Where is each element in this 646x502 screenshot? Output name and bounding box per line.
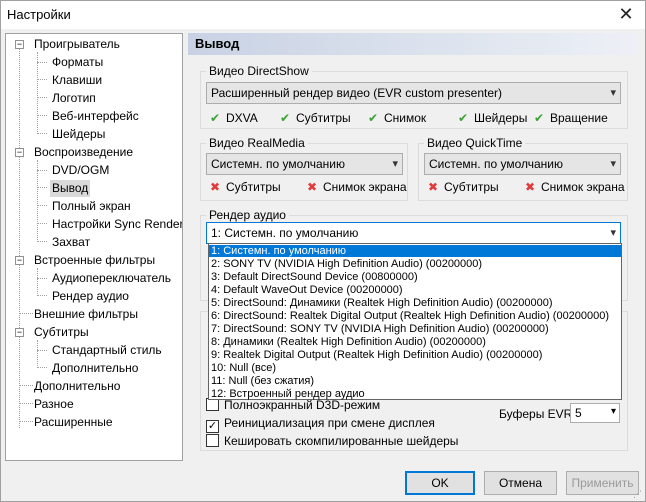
cross-icon: ✖ bbox=[306, 180, 318, 194]
cache-shaders-checkbox[interactable]: Кешировать скомпилированные шейдеры bbox=[206, 434, 458, 450]
cancel-button[interactable]: Отмена bbox=[484, 471, 557, 495]
title-bar: Настройки ✕ bbox=[1, 1, 645, 29]
tree-item-internal-filters[interactable]: Встроенные фильтры bbox=[32, 252, 157, 269]
tree-item-audio-switcher[interactable]: Аудиопереключатель bbox=[50, 270, 173, 287]
reinit-on-display-change-checkbox[interactable]: ✓ Реинициализация при смене дисплея bbox=[206, 416, 435, 433]
tree-item-player[interactable]: Проигрыватель bbox=[32, 36, 122, 53]
tree-item-misc[interactable]: Разное bbox=[32, 396, 76, 413]
tree-item-logo[interactable]: Логотип bbox=[50, 90, 98, 107]
quicktime-group-title: Видео QuickTime bbox=[424, 136, 526, 150]
collapse-icon[interactable]: − bbox=[15, 148, 24, 157]
tree-item-formats[interactable]: Форматы bbox=[50, 54, 105, 71]
dropdown-option[interactable]: 6: DirectSound: Realtek Digital Output (… bbox=[209, 310, 621, 322]
cross-icon: ✖ bbox=[427, 180, 439, 194]
checkmark-icon: ✔ bbox=[209, 111, 221, 125]
feature-rotation: ✔ Вращение bbox=[533, 111, 608, 125]
cross-icon: ✖ bbox=[209, 180, 221, 194]
checkmark-icon: ✔ bbox=[279, 111, 291, 125]
fullscreen-d3d-checkbox[interactable]: Полноэкранный D3D-режим bbox=[206, 398, 380, 414]
directshow-renderer-select[interactable]: Расширенный рендер видео (EVR custom pre… bbox=[206, 82, 621, 104]
directshow-group-title: Видео DirectShow bbox=[206, 64, 312, 78]
feature-subtitles: ✔ Субтитры bbox=[279, 111, 351, 125]
dropdown-option[interactable]: 1: Системн. по умолчанию bbox=[209, 245, 621, 257]
checkmark-icon: ✔ bbox=[457, 111, 469, 125]
chevron-down-icon: ▾ bbox=[610, 227, 616, 239]
checkbox-box bbox=[206, 434, 219, 447]
collapse-icon[interactable]: − bbox=[15, 256, 24, 265]
tree-item-advanced[interactable]: Дополнительно bbox=[32, 378, 122, 395]
dropdown-option[interactable]: 12: Встроенный рендер аудио bbox=[209, 388, 621, 400]
page-title: Вывод bbox=[188, 33, 638, 55]
tree-item-keys[interactable]: Клавиши bbox=[50, 72, 104, 89]
close-icon[interactable]: ✕ bbox=[611, 3, 641, 27]
cross-icon: ✖ bbox=[524, 180, 536, 194]
dropdown-option[interactable]: 8: Динамики (Realtek High Definition Aud… bbox=[209, 336, 621, 348]
settings-tree: − − − − Проигрыватель Форматы Клавиши Ло… bbox=[5, 33, 183, 461]
feature-dxva: ✔ DXVA bbox=[209, 111, 258, 125]
window-title: Настройки bbox=[7, 7, 71, 22]
chevron-down-icon: ▾ bbox=[610, 406, 616, 417]
feature-shaders: ✔ Шейдеры bbox=[457, 111, 528, 125]
collapse-icon[interactable]: − bbox=[15, 40, 24, 49]
dropdown-option[interactable]: 5: DirectSound: Динамики (Realtek High D… bbox=[209, 297, 621, 309]
audio-renderer-group-title: Рендер аудио bbox=[206, 208, 289, 222]
audio-renderer-dropdown-list: 1: Системн. по умолчанию 2: SONY TV (NVI… bbox=[208, 243, 622, 400]
quicktime-renderer-select[interactable]: Системн. по умолчанию ▾ bbox=[424, 153, 621, 175]
tree-item-capture[interactable]: Захват bbox=[50, 234, 92, 251]
collapse-icon[interactable]: − bbox=[15, 328, 24, 337]
apply-button[interactable]: Применить bbox=[566, 471, 639, 495]
quicktime-feature-subtitles: ✖ Субтитры bbox=[427, 180, 499, 194]
feature-snapshot: ✔ Снимок bbox=[367, 111, 427, 125]
realmedia-group-title: Видео RealMedia bbox=[206, 136, 308, 150]
tree-item-extended[interactable]: Расширенные bbox=[32, 414, 115, 431]
dropdown-option[interactable]: 11: Null (без сжатия) bbox=[209, 375, 621, 387]
chevron-down-icon: ▾ bbox=[392, 158, 398, 170]
chevron-down-icon: ▾ bbox=[610, 158, 616, 170]
dropdown-option[interactable]: 10: Null (все) bbox=[209, 362, 621, 374]
audio-renderer-select[interactable]: 1: Системн. по умолчанию ▾ bbox=[206, 222, 621, 244]
realmedia-renderer-select[interactable]: Системн. по умолчанию ▾ bbox=[206, 153, 403, 175]
realmedia-feature-snapshot: ✖ Снимок экрана bbox=[306, 180, 407, 194]
tree-item-subtitles-advanced[interactable]: Дополнительно bbox=[50, 360, 140, 377]
dropdown-option[interactable]: 9: Realtek Digital Output (Realtek High … bbox=[209, 349, 621, 361]
tree-item-fullscreen[interactable]: Полный экран bbox=[50, 198, 133, 215]
realmedia-feature-subtitles: ✖ Субтитры bbox=[209, 180, 281, 194]
checkbox-checked-icon: ✓ bbox=[206, 420, 219, 433]
tree-item-dvd-ogm[interactable]: DVD/OGM bbox=[50, 162, 111, 179]
directshow-renderer-value: Расширенный рендер видео (EVR custom pre… bbox=[211, 86, 502, 100]
tree-item-sync-render[interactable]: Настройки Sync Render bbox=[50, 216, 182, 233]
dropdown-option[interactable]: 2: SONY TV (NVIDIA High Definition Audio… bbox=[209, 258, 621, 270]
dropdown-option[interactable]: 4: Default WaveOut Device (00200000) bbox=[209, 284, 621, 296]
settings-window: Настройки ✕ − − − − Проигрыватель Формат bbox=[0, 0, 646, 502]
dropdown-option[interactable]: 7: DirectSound: SONY TV (NVIDIA High Def… bbox=[209, 323, 621, 335]
tree-item-default-style[interactable]: Стандартный стиль bbox=[50, 342, 164, 359]
quicktime-feature-snapshot: ✖ Снимок экрана bbox=[524, 180, 625, 194]
tree-item-shaders[interactable]: Шейдеры bbox=[50, 126, 107, 143]
resize-grip-icon[interactable]: ⋰ bbox=[633, 489, 643, 499]
chevron-down-icon: ▾ bbox=[610, 87, 616, 99]
tree-item-subtitles[interactable]: Субтитры bbox=[32, 324, 91, 341]
dropdown-option[interactable]: 3: Default DirectSound Device (00800000) bbox=[209, 271, 621, 283]
tree-item-web-interface[interactable]: Веб-интерфейс bbox=[50, 108, 141, 125]
checkmark-icon: ✔ bbox=[533, 111, 545, 125]
tree-item-playback[interactable]: Воспроизведение bbox=[32, 144, 135, 161]
evr-buffers-select[interactable]: 5 ▾ bbox=[570, 403, 620, 423]
tree-item-output[interactable]: Вывод bbox=[50, 180, 91, 197]
evr-buffers-label: Буферы EVR: bbox=[499, 407, 576, 421]
checkmark-icon: ✔ bbox=[367, 111, 379, 125]
ok-button[interactable]: OK bbox=[405, 471, 475, 495]
tree-item-external-filters[interactable]: Внешние фильтры bbox=[32, 306, 140, 323]
tree-item-audio-renderer[interactable]: Рендер аудио bbox=[50, 288, 131, 305]
